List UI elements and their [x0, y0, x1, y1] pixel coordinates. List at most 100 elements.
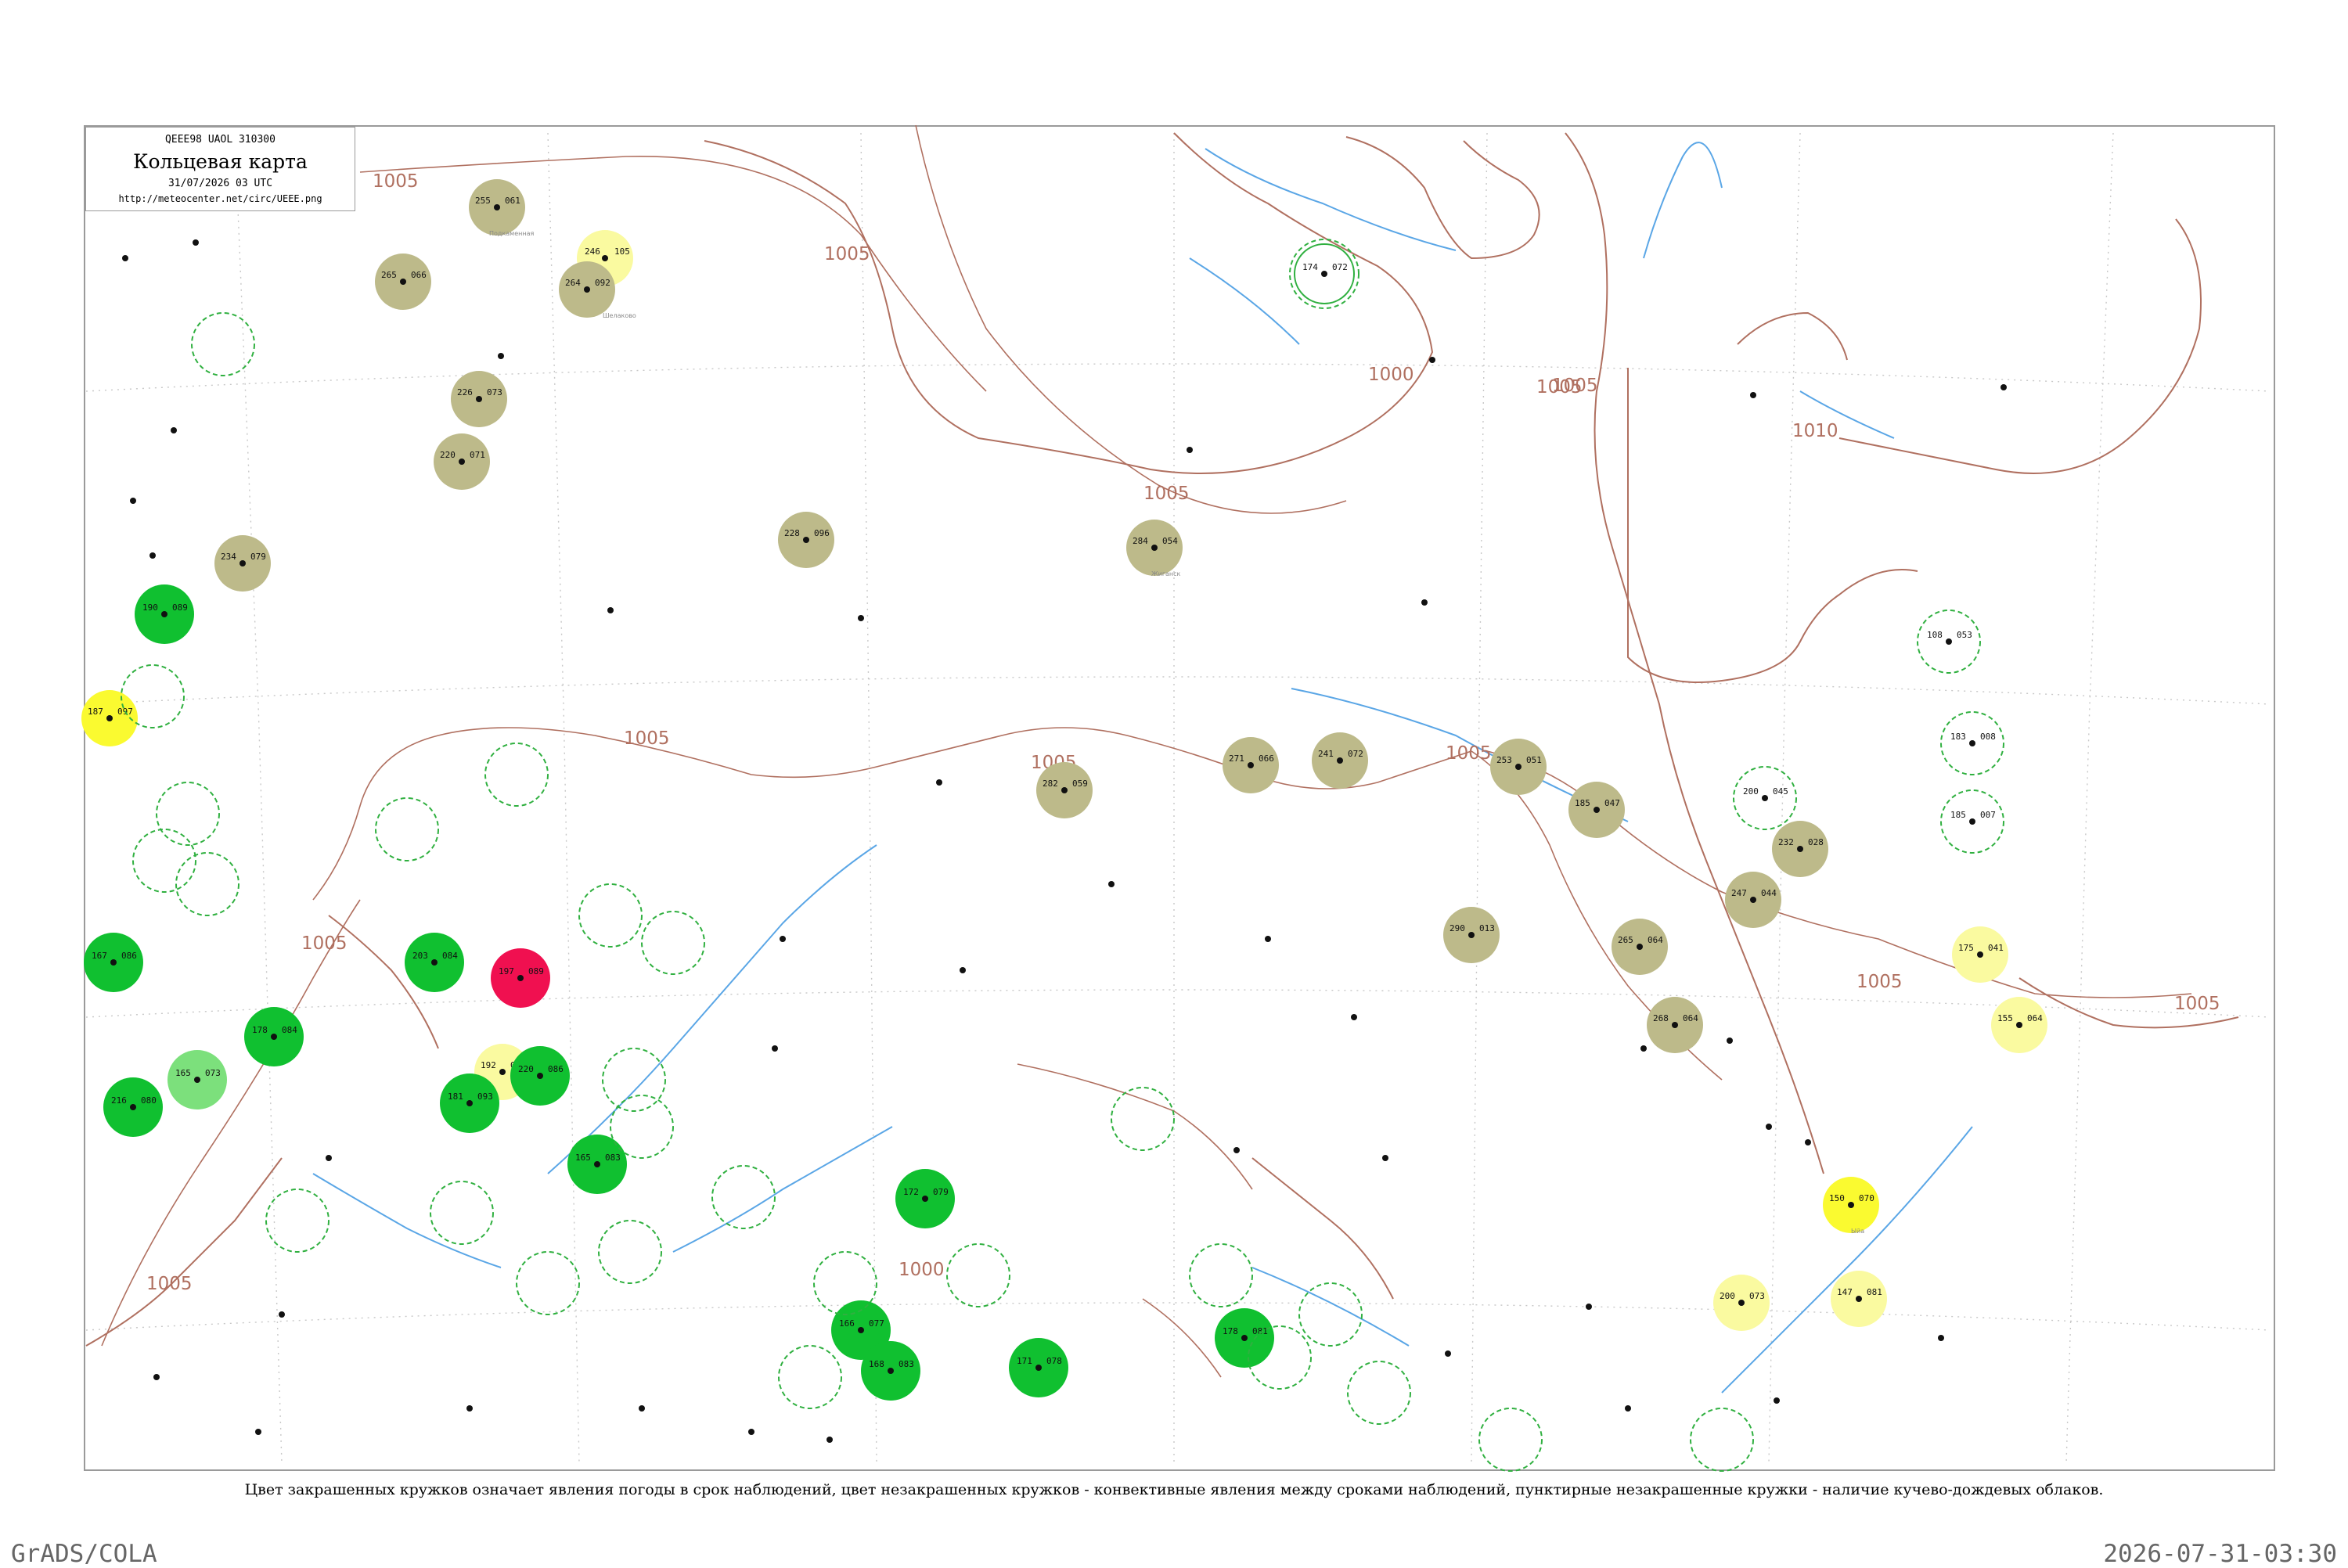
station-temp: 084	[282, 1025, 297, 1035]
station-marker: 165 073	[167, 1050, 227, 1109]
station-pressure: 265	[381, 270, 397, 280]
station-pressure: 200	[1720, 1291, 1735, 1301]
station-temp: 066	[411, 270, 427, 280]
station-pressure: 200	[1743, 786, 1759, 797]
station-pressure: 187	[88, 707, 103, 717]
station-marker: 216 080	[103, 1077, 163, 1137]
station-temp: 072	[1332, 262, 1348, 272]
station-pressure: 165	[175, 1068, 191, 1078]
station-temp: 064	[1648, 935, 1663, 945]
station-pressure: 282	[1043, 779, 1058, 789]
station-pressure: 247	[1731, 888, 1747, 898]
station-temp: 059	[1072, 779, 1088, 789]
station-pressure: 190	[142, 602, 158, 613]
station-pressure: 147	[1837, 1287, 1853, 1297]
station-pressure: 165	[575, 1153, 591, 1163]
station-pressure: 220	[440, 450, 456, 460]
station-temp: 079	[933, 1187, 949, 1197]
station-marker: 200 073	[1713, 1275, 1770, 1331]
station-pressure: 192	[481, 1060, 496, 1070]
decorative-rings	[121, 312, 1754, 1472]
station-pressure: 181	[448, 1091, 463, 1102]
station-temp: 061	[505, 196, 520, 206]
station-marker: 147 081	[1831, 1271, 1887, 1327]
station-temp: 051	[1526, 755, 1542, 765]
station-pressure: 175	[1958, 943, 1974, 953]
station-pressure: 172	[903, 1187, 919, 1197]
station-marker: 185 007	[1940, 789, 2004, 854]
station-name: Подкаменная	[489, 230, 534, 237]
station-pressure: 203	[412, 951, 428, 961]
station-marker: 171 078	[1009, 1338, 1068, 1397]
station-marker: 247 044	[1725, 872, 1781, 928]
station-marker: 108 053	[1917, 610, 1981, 674]
station-temp: 071	[470, 450, 485, 460]
station-pressure: 166	[839, 1318, 855, 1329]
station-pressure: 178	[252, 1025, 268, 1035]
station-pressure: 265	[1618, 935, 1633, 945]
station-marker: 190 089	[135, 584, 194, 644]
station-marker: 284 054 Жиганск	[1126, 520, 1183, 577]
station-marker: 271 066	[1223, 737, 1279, 793]
isobar-label: 1005	[824, 244, 870, 264]
station-temp: 083	[605, 1153, 621, 1163]
station-marker: 265 066	[375, 254, 431, 310]
station-marker: 178 084	[244, 1007, 304, 1066]
station-temp: 080	[141, 1095, 157, 1106]
station-marker: 232 028	[1772, 821, 1828, 877]
station-marker: 200 045	[1733, 766, 1797, 830]
map-caption: Цвет закрашенных кружков означает явлени…	[244, 1481, 2104, 1498]
station-temp: 064	[1683, 1013, 1698, 1023]
station-marker: 290 013	[1443, 907, 1500, 963]
station-pressure: 178	[1223, 1326, 1238, 1336]
isobar-label: 1005	[624, 728, 670, 749]
station-temp: 086	[121, 951, 137, 961]
station-temp: 081	[1867, 1287, 1882, 1297]
station-marker: 197 089	[491, 948, 550, 1008]
isobar-label: 1005	[373, 171, 419, 192]
station-name: Жиганск	[1151, 570, 1181, 577]
station-pressure: 174	[1302, 262, 1318, 272]
station-pressure: 216	[111, 1095, 127, 1106]
station-marker: 155 064	[1991, 997, 2047, 1053]
station-pressure: 284	[1133, 536, 1148, 546]
station-temp: 089	[172, 602, 188, 613]
rivers	[312, 142, 1973, 1394]
station-marker: 282 059	[1036, 762, 1093, 818]
station-marker: 255 061 Подкаменная	[469, 179, 534, 237]
station-temp: 083	[899, 1359, 914, 1369]
isobars	[101, 124, 2192, 1378]
station-pressure: 234	[221, 552, 236, 562]
station-temp: 064	[2027, 1013, 2043, 1023]
station-pressure: 271	[1229, 753, 1244, 764]
map-title: Кольцевая карта	[133, 150, 308, 173]
station-temp: 089	[528, 966, 544, 976]
isobar-label: 1005	[1856, 972, 1903, 992]
station-marker: 220 071	[434, 433, 490, 490]
station-temp: 045	[1773, 786, 1788, 797]
station-pressure: 268	[1653, 1013, 1669, 1023]
bulletin-code: QEEE98 UAOL 310300	[165, 134, 275, 146]
station-marker: 183 008	[1940, 711, 2004, 775]
station-temp: 028	[1808, 837, 1824, 847]
station-temp: 092	[595, 278, 610, 288]
source-url: http://meteocenter.net/circ/UEEE.png	[118, 193, 322, 204]
weather-map: 1005 1005 1000 1005 1005 1005 1010 1005 …	[81, 124, 2271, 1472]
station-marker: 174 072	[1289, 239, 1359, 309]
station-marker: 203 084	[405, 933, 464, 992]
station-temp: 073	[487, 387, 502, 397]
station-temp: 072	[1348, 749, 1363, 759]
station-marker: 265 064	[1612, 919, 1668, 975]
station-pressure: 226	[457, 387, 473, 397]
isobar-label: 1005	[1446, 743, 1492, 764]
coastline	[85, 132, 2239, 1347]
station-name: Ыйа	[1851, 1228, 1864, 1235]
station-marker: 181 093	[440, 1074, 499, 1133]
station-pressure: 255	[475, 196, 491, 206]
station-marker: 185 047	[1568, 782, 1625, 838]
station-name: Шелаково	[603, 312, 636, 319]
station-marker: 165 083	[567, 1135, 627, 1194]
station-pressure: 185	[1575, 798, 1590, 808]
station-pressure: 228	[784, 528, 800, 538]
graticule	[85, 132, 2271, 1464]
